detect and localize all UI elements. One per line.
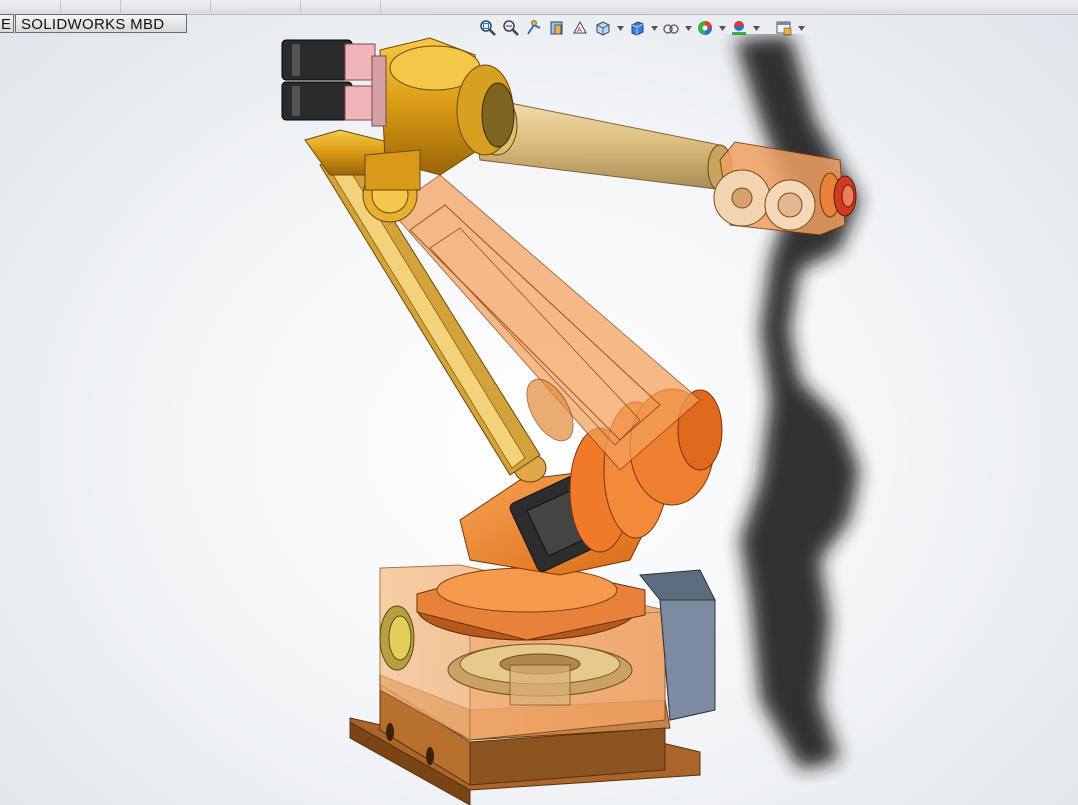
- tab-partial[interactable]: E: [0, 14, 14, 33]
- wrist-motors: [281, 39, 387, 127]
- command-tab-slot[interactable]: [300, 0, 381, 13]
- command-manager-strip: [0, 0, 1078, 15]
- svg-text:A: A: [577, 27, 582, 34]
- command-tab-slot[interactable]: [60, 0, 121, 13]
- graphics-area[interactable]: [0, 34, 1078, 805]
- tab-solidworks-mbd[interactable]: SOLIDWORKS MBD: [15, 14, 187, 33]
- command-tab-slot[interactable]: [210, 0, 301, 13]
- command-tab-slot[interactable]: [120, 0, 211, 13]
- command-tab-slot[interactable]: [0, 0, 61, 13]
